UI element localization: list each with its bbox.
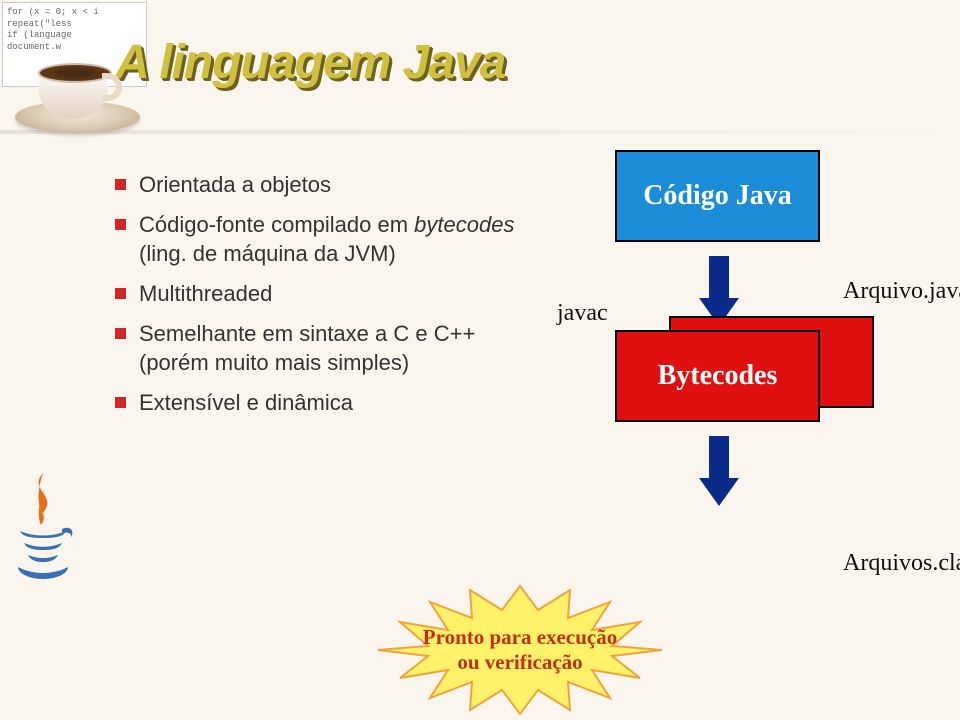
box-label: Código Java (643, 180, 792, 211)
box-bytecodes: Bytecodes (615, 330, 820, 422)
bullet-text-italic: bytecodes (414, 212, 514, 237)
bullet-text: (ling. de máquina da JVM) (139, 241, 396, 266)
flow-diagram: Código Java javac Arquivo.java Bytecodes… (575, 150, 935, 510)
starburst-line2: ou verificação (457, 650, 582, 674)
bullet-list: Orientada a objetos Código-fonte compila… (115, 170, 535, 428)
box-label: Bytecodes (658, 360, 778, 391)
bullet-text: Orientada a objetos (139, 172, 331, 197)
list-item: Orientada a objetos (115, 170, 535, 200)
label-arquivos-class: Arquivos.class (843, 550, 960, 577)
starburst-text: Pronto para execução ou verificação (423, 625, 617, 675)
slide-title: A linguagem Java (115, 35, 505, 90)
teacup-image (10, 48, 145, 133)
bullet-text: Semelhante em sintaxe a C e C++ (porém m… (139, 321, 475, 376)
java-logo-icon (8, 465, 78, 585)
list-item: Semelhante em sintaxe a C e C++ (porém m… (115, 319, 535, 378)
list-item: Extensível e dinâmica (115, 388, 535, 418)
list-item: Multithreaded (115, 279, 535, 309)
box-codigo-java: Código Java (615, 150, 820, 242)
bullet-text: Multithreaded (139, 281, 272, 306)
bullet-text: Código-fonte compilado em (139, 212, 414, 237)
list-item: Código-fonte compilado em bytecodes (lin… (115, 210, 535, 269)
arrow-down-icon (575, 436, 935, 506)
starburst-callout: Pronto para execução ou verificação (380, 600, 660, 700)
bullet-text: Extensível e dinâmica (139, 390, 353, 415)
starburst-line1: Pronto para execução (423, 625, 617, 649)
